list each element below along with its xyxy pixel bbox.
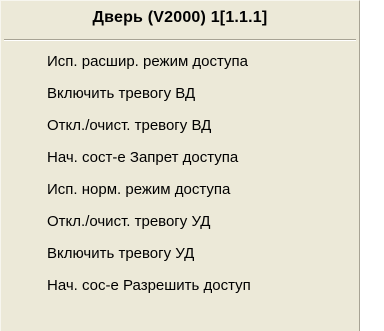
menu-item-use-extended-access-mode[interactable]: Исп. расшир. режим доступа bbox=[1, 46, 359, 78]
context-menu: Дверь (V2000) 1[1.1.1] Исп. расшир. режи… bbox=[0, 0, 360, 331]
menu-title: Дверь (V2000) 1[1.1.1] bbox=[92, 9, 268, 26]
menu-item-list: Исп. расшир. режим доступа Включить трев… bbox=[1, 46, 359, 302]
background-area bbox=[360, 0, 384, 331]
menu-item-initial-state-allow-access[interactable]: Нач. сос-е Разрешить доступ bbox=[1, 270, 359, 302]
menu-item-use-normal-access-mode[interactable]: Исп. норм. режим доступа bbox=[1, 174, 359, 206]
menu-item-disable-clear-alarm-ud[interactable]: Откл./очист. тревогу УД bbox=[1, 206, 359, 238]
menu-item-disable-clear-alarm-vd[interactable]: Откл./очист. тревогу ВД bbox=[1, 110, 359, 142]
menu-separator bbox=[4, 39, 356, 41]
menu-item-enable-alarm-vd[interactable]: Включить тревогу ВД bbox=[1, 78, 359, 110]
menu-item-initial-state-deny-access[interactable]: Нач. сост-е Запрет доступа bbox=[1, 142, 359, 174]
menu-item-enable-alarm-ud[interactable]: Включить тревогу УД bbox=[1, 238, 359, 270]
